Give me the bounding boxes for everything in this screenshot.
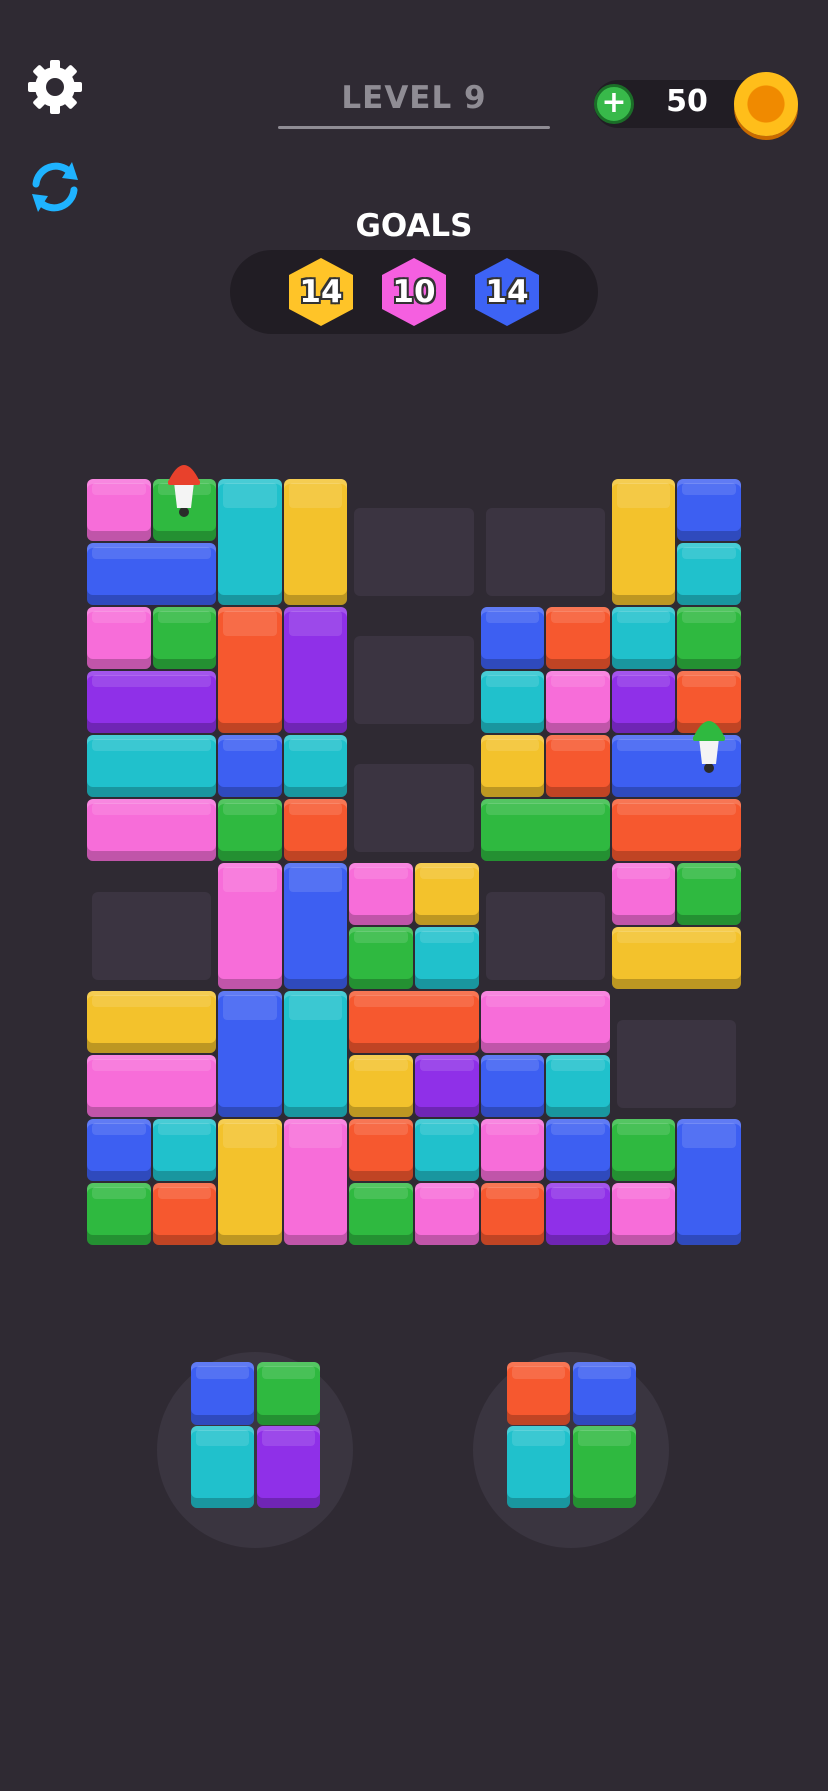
- empty-slot[interactable]: [354, 636, 474, 724]
- block-cyan[interactable]: [415, 927, 479, 989]
- block-cyan[interactable]: [677, 543, 741, 605]
- block-yellow[interactable]: [87, 991, 217, 1053]
- block-blue[interactable]: [87, 543, 217, 605]
- block-green[interactable]: [87, 1183, 151, 1245]
- empty-slot[interactable]: [354, 508, 474, 596]
- empty-slot[interactable]: [485, 508, 605, 596]
- block-green[interactable]: [677, 863, 741, 925]
- block-pink[interactable]: [87, 799, 217, 861]
- block-blue[interactable]: [480, 1055, 545, 1117]
- block-purple[interactable]: [546, 1183, 610, 1245]
- block-pink[interactable]: [87, 1055, 217, 1117]
- block-orange[interactable]: [611, 799, 741, 861]
- block-cyan[interactable]: [283, 735, 348, 797]
- block-orange[interactable]: [349, 991, 479, 1053]
- block-orange[interactable]: [546, 607, 610, 669]
- block-cyan[interactable]: [546, 1055, 610, 1117]
- block-pink[interactable]: [611, 863, 676, 925]
- block-orange[interactable]: [152, 1183, 217, 1245]
- block-green[interactable]: [152, 607, 217, 669]
- block-pink[interactable]: [415, 1183, 479, 1245]
- tray-block-cyan: [191, 1426, 254, 1508]
- block-blue[interactable]: [87, 1119, 151, 1181]
- block-cyan[interactable]: [283, 991, 348, 1117]
- pin-icon: [689, 708, 729, 774]
- game-board: [0, 0, 828, 1300]
- tray-block-blue: [191, 1362, 254, 1425]
- block-green[interactable]: [480, 799, 610, 861]
- block-green[interactable]: [218, 799, 282, 861]
- block-purple[interactable]: [283, 607, 348, 733]
- block-orange[interactable]: [283, 799, 348, 861]
- block-orange[interactable]: [480, 1183, 545, 1245]
- block-purple[interactable]: [415, 1055, 479, 1117]
- tray-piece-1[interactable]: [191, 1362, 323, 1512]
- block-cyan[interactable]: [480, 671, 545, 733]
- block-pink[interactable]: [218, 863, 282, 989]
- block-blue[interactable]: [546, 1119, 610, 1181]
- empty-slot[interactable]: [485, 892, 605, 980]
- empty-slot[interactable]: [616, 1020, 736, 1108]
- block-cyan[interactable]: [218, 479, 282, 605]
- block-yellow[interactable]: [480, 735, 545, 797]
- block-orange[interactable]: [218, 607, 282, 733]
- block-green[interactable]: [349, 927, 413, 989]
- block-pink[interactable]: [283, 1119, 348, 1245]
- block-yellow[interactable]: [218, 1119, 282, 1245]
- block-green[interactable]: [349, 1183, 413, 1245]
- block-blue[interactable]: [480, 607, 545, 669]
- tray-block-green: [573, 1426, 636, 1508]
- tray-block-orange: [507, 1362, 570, 1425]
- block-pink[interactable]: [349, 863, 413, 925]
- block-cyan[interactable]: [87, 735, 217, 797]
- block-pink[interactable]: [87, 607, 151, 669]
- block-yellow[interactable]: [415, 863, 479, 925]
- block-pink[interactable]: [87, 479, 151, 541]
- pin-icon: [164, 452, 204, 518]
- block-blue[interactable]: [283, 863, 348, 989]
- block-pink[interactable]: [546, 671, 610, 733]
- block-orange[interactable]: [349, 1119, 413, 1181]
- tray-block-blue: [573, 1362, 636, 1425]
- block-green[interactable]: [677, 607, 741, 669]
- block-blue[interactable]: [218, 991, 282, 1117]
- block-yellow[interactable]: [283, 479, 348, 605]
- block-pink[interactable]: [480, 991, 610, 1053]
- tray-block-green: [257, 1362, 320, 1425]
- tray-block-purple: [257, 1426, 320, 1508]
- block-yellow[interactable]: [349, 1055, 413, 1117]
- block-cyan[interactable]: [611, 607, 676, 669]
- block-blue[interactable]: [677, 479, 741, 541]
- block-yellow[interactable]: [611, 927, 741, 989]
- block-cyan[interactable]: [415, 1119, 479, 1181]
- block-yellow[interactable]: [611, 479, 676, 605]
- block-purple[interactable]: [87, 671, 217, 733]
- block-pink[interactable]: [611, 1183, 676, 1245]
- block-orange[interactable]: [546, 735, 610, 797]
- empty-slot[interactable]: [92, 892, 212, 980]
- block-purple[interactable]: [611, 671, 676, 733]
- empty-slot[interactable]: [354, 764, 474, 852]
- block-green[interactable]: [611, 1119, 676, 1181]
- tray-block-cyan: [507, 1426, 570, 1508]
- block-blue[interactable]: [218, 735, 282, 797]
- block-cyan[interactable]: [152, 1119, 217, 1181]
- tray-piece-2[interactable]: [507, 1362, 639, 1512]
- block-blue[interactable]: [677, 1119, 741, 1245]
- block-pink[interactable]: [480, 1119, 545, 1181]
